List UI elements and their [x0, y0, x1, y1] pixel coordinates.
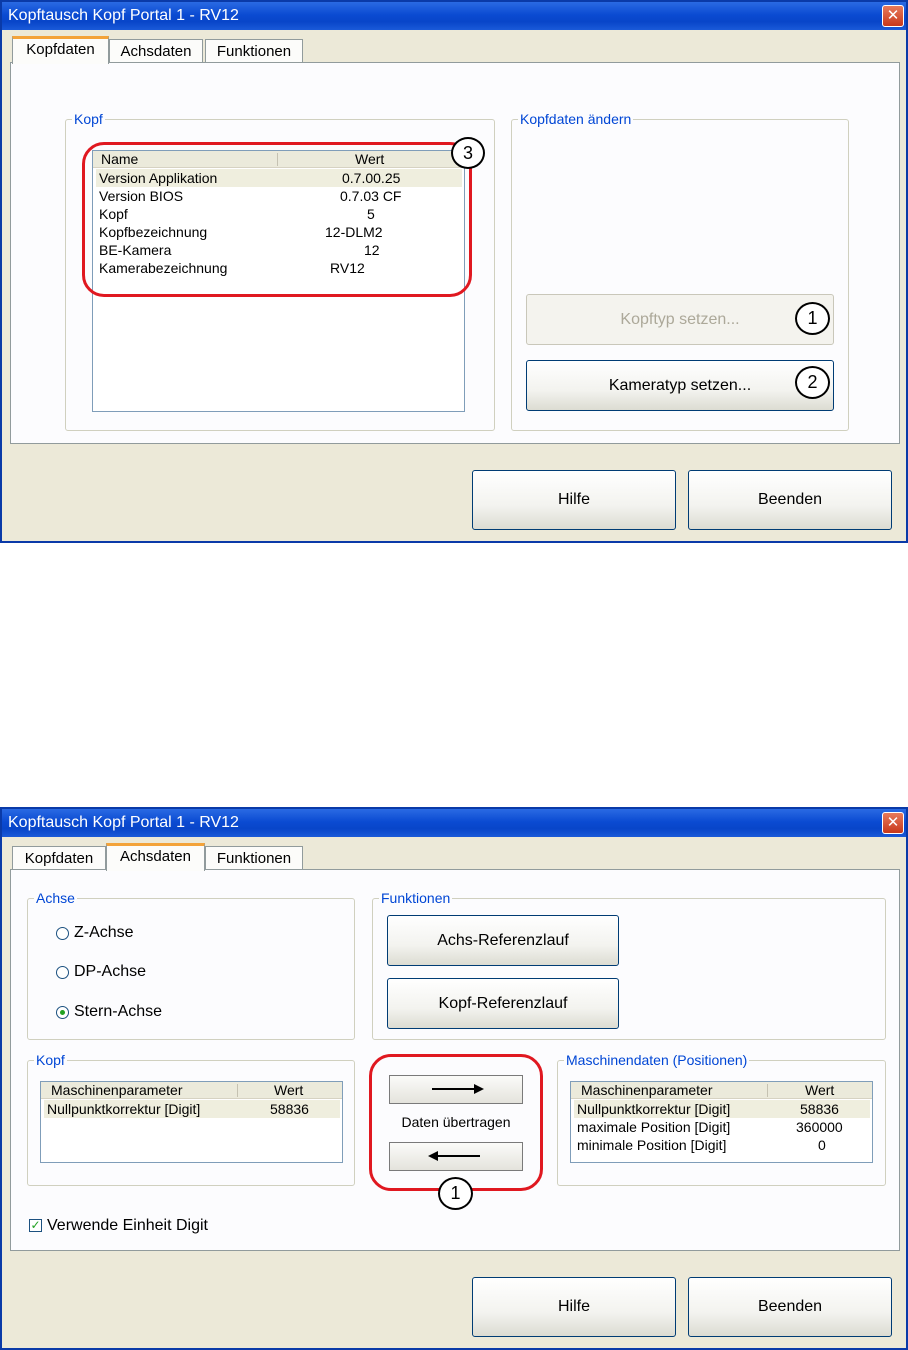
list-header: Maschinenparameter Wert [41, 1082, 342, 1099]
help-button[interactable]: Hilfe [472, 470, 676, 530]
radio-circle-icon [56, 1006, 69, 1019]
maschinendaten-list[interactable]: Maschinenparameter Wert Nullpunktkorrekt… [570, 1081, 873, 1163]
achsdaten-window: Kopftausch Kopf Portal 1 - RV12 ✕ Kopfda… [0, 807, 908, 1350]
kopf-group-label: Kopf [34, 1051, 67, 1069]
window-title-bar[interactable]: Kopftausch Kopf Portal 1 - RV12 ✕ [2, 2, 906, 30]
exit-button[interactable]: Beenden [688, 470, 892, 530]
callout-2: 2 [795, 366, 830, 399]
callout-1: 1 [438, 1177, 473, 1210]
help-button[interactable]: Hilfe [472, 1277, 676, 1337]
funktionen-group: Funktionen Achs-Referenzlauf Kopf-Refere… [372, 889, 886, 1040]
window-title: Kopftausch Kopf Portal 1 - RV12 [8, 7, 239, 24]
kopf-referenzlauf-button[interactable]: Kopf-Referenzlauf [387, 978, 619, 1029]
funktionen-group-label: Funktionen [379, 889, 453, 907]
tab-kopfdaten[interactable]: Kopfdaten [12, 846, 106, 871]
window-title: Kopftausch Kopf Portal 1 - RV12 [8, 814, 239, 831]
exit-button[interactable]: Beenden [688, 1277, 892, 1337]
tab-achsdaten[interactable]: Achsdaten [106, 843, 205, 871]
callout-3: 3 [451, 137, 485, 169]
column-header-value[interactable]: Wert [805, 1082, 834, 1099]
tab-kopfdaten[interactable]: Kopfdaten [12, 36, 109, 64]
list-item[interactable]: minimale Position [Digit] 0 [574, 1136, 870, 1154]
close-icon[interactable]: ✕ [882, 5, 904, 27]
achse-group: Achse Z-Achse DP-Achse Stern-Achse [27, 889, 355, 1040]
column-header-parameter[interactable]: Maschinenparameter [581, 1082, 713, 1099]
list-header: Maschinenparameter Wert [571, 1082, 872, 1099]
radio-circle-icon [56, 927, 69, 940]
callout-1: 1 [795, 302, 830, 335]
kopf-group-label: Kopf [72, 110, 105, 128]
kopfdaten-aendern-group-label: Kopfdaten ändern [518, 110, 634, 128]
annotation-highlight-box [369, 1054, 543, 1191]
tab-funktionen[interactable]: Funktionen [205, 846, 303, 871]
radio-circle-icon [56, 966, 69, 979]
column-header-parameter[interactable]: Maschinenparameter [51, 1082, 183, 1099]
list-item[interactable]: Nullpunktkorrektur [Digit] 58836 [574, 1100, 870, 1118]
kopf-parameter-list[interactable]: Maschinenparameter Wert Nullpunktkorrekt… [40, 1081, 343, 1163]
annotation-highlight-box [82, 142, 472, 297]
kopf-group: Kopf Maschinenparameter Wert Nullpunktko… [27, 1051, 355, 1186]
achse-group-label: Achse [34, 889, 77, 907]
maschinendaten-group-label: Maschinendaten (Positionen) [564, 1051, 750, 1069]
tab-funktionen[interactable]: Funktionen [205, 39, 303, 64]
close-icon[interactable]: ✕ [882, 812, 904, 834]
tab-achsdaten[interactable]: Achsdaten [109, 39, 203, 64]
kopfdaten-window: Kopftausch Kopf Portal 1 - RV12 ✕ Kopfda… [0, 0, 908, 543]
kameratyp-setzen-button[interactable]: Kameratyp setzen... [526, 360, 834, 411]
maschinendaten-group: Maschinendaten (Positionen) Maschinenpar… [557, 1051, 886, 1186]
list-item[interactable]: maximale Position [Digit] 360000 [574, 1118, 870, 1136]
radio-selected-dot-icon [60, 1010, 65, 1015]
window-title-bar[interactable]: Kopftausch Kopf Portal 1 - RV12 ✕ [2, 809, 906, 837]
kopftyp-setzen-button[interactable]: Kopftyp setzen... [526, 294, 834, 345]
checkmark-icon: ✓ [29, 1218, 42, 1232]
list-item[interactable]: Nullpunktkorrektur [Digit] 58836 [44, 1100, 340, 1118]
column-header-value[interactable]: Wert [274, 1082, 303, 1099]
achs-referenzlauf-button[interactable]: Achs-Referenzlauf [387, 915, 619, 966]
